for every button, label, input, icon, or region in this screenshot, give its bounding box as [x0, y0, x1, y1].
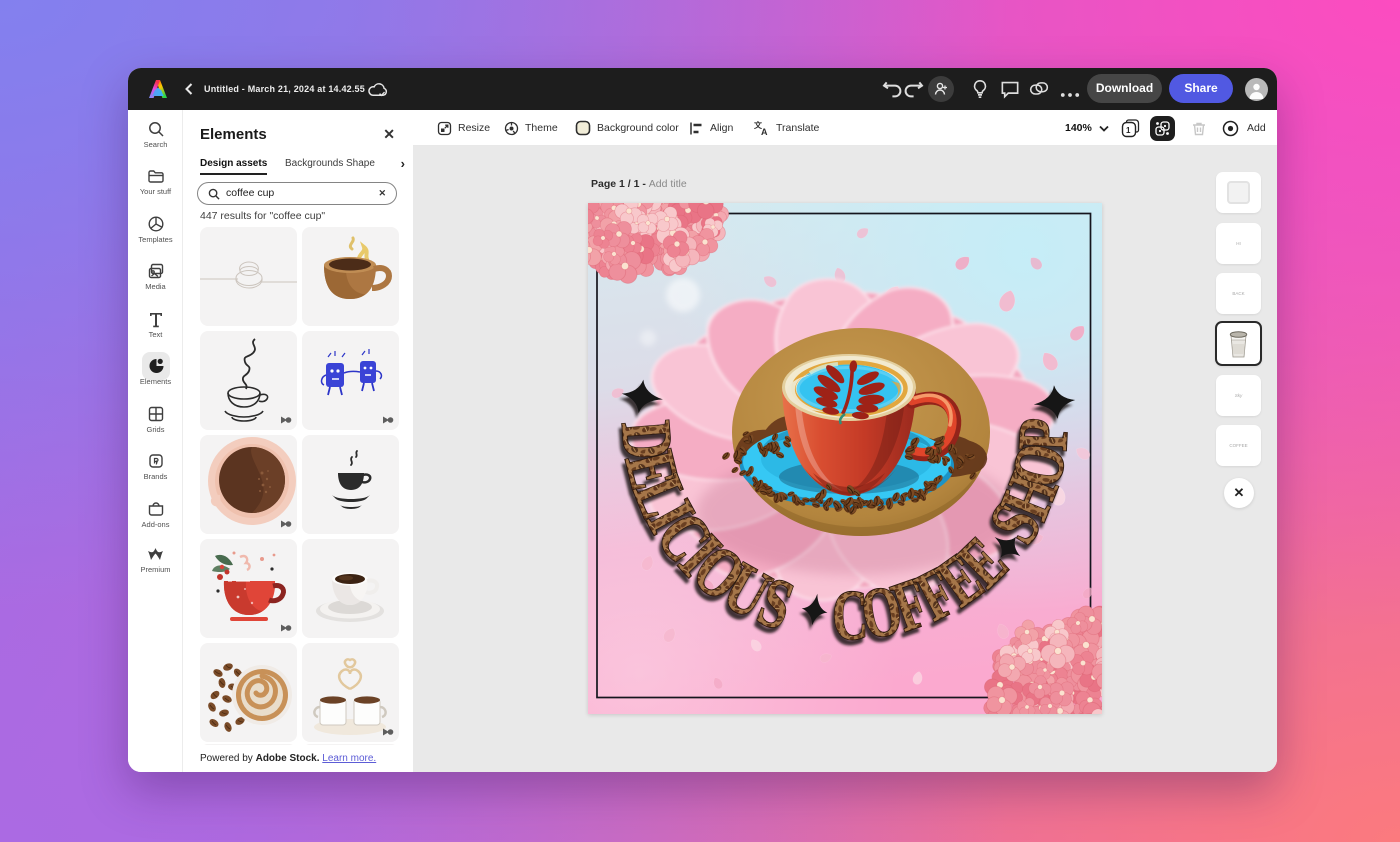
svg-text:1: 1	[1126, 126, 1131, 135]
svg-text:A: A	[761, 127, 768, 136]
svg-text:P: P	[1002, 417, 1083, 453]
